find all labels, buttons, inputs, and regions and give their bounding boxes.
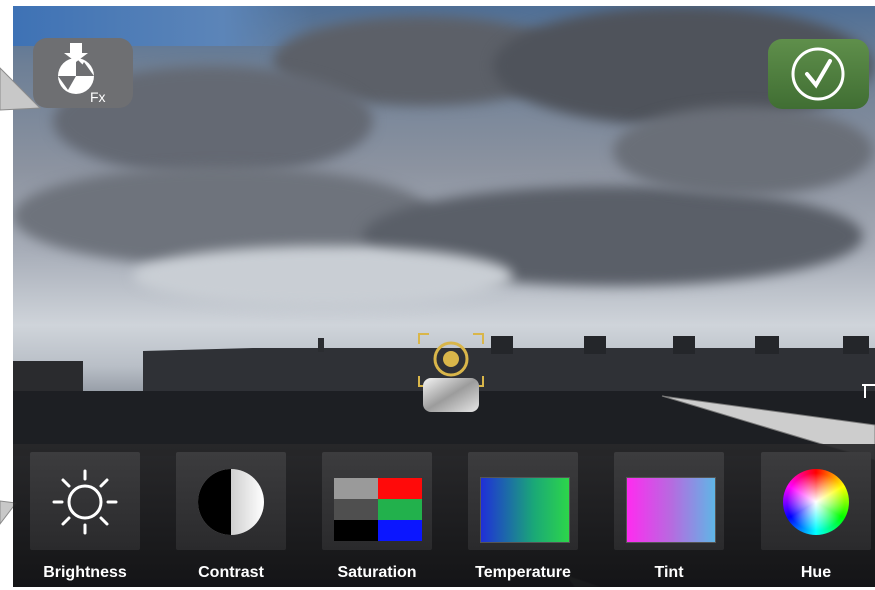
fx-logo-button[interactable]: Fx <box>33 38 133 108</box>
adjustment-toolbar: Brightness Contrast Saturation Temperatu… <box>13 444 875 587</box>
cloud-shape <box>133 246 513 306</box>
tool-hue[interactable]: Hue <box>761 450 871 590</box>
tint-gradient-icon <box>626 477 716 543</box>
tool-tile <box>614 452 724 550</box>
saturation-swatch-icon <box>334 478 422 541</box>
sun-icon <box>52 469 118 535</box>
tool-label: Temperature <box>475 564 571 581</box>
focus-exposure-target[interactable] <box>417 332 485 414</box>
temperature-gradient-icon <box>480 477 570 543</box>
tool-tile <box>468 452 578 550</box>
tool-temperature[interactable]: Temperature <box>468 450 578 590</box>
tool-tile <box>761 452 871 550</box>
tool-label: Brightness <box>43 564 127 581</box>
color-wheel-icon <box>783 469 849 535</box>
tool-saturation[interactable]: Saturation <box>322 450 432 590</box>
contrast-circle-icon <box>198 469 264 535</box>
tool-brightness[interactable]: Brightness <box>30 450 140 590</box>
done-button[interactable] <box>768 39 869 109</box>
checkmark-icon <box>791 47 845 101</box>
svg-text:Fx: Fx <box>90 89 106 105</box>
tool-tint[interactable]: Tint <box>614 450 724 590</box>
exposure-focus-target-icon <box>418 333 484 412</box>
fx-camera-icon: Fx <box>58 43 106 105</box>
tool-label: Contrast <box>198 564 264 581</box>
tool-tile <box>176 452 286 550</box>
cloud-shape <box>613 106 873 196</box>
tool-label: Saturation <box>337 564 417 581</box>
tool-label: Tint <box>654 564 684 581</box>
tool-contrast[interactable]: Contrast <box>176 450 286 590</box>
tool-tile <box>30 452 140 550</box>
tool-label: Hue <box>800 564 832 581</box>
tool-tile <box>322 452 432 550</box>
